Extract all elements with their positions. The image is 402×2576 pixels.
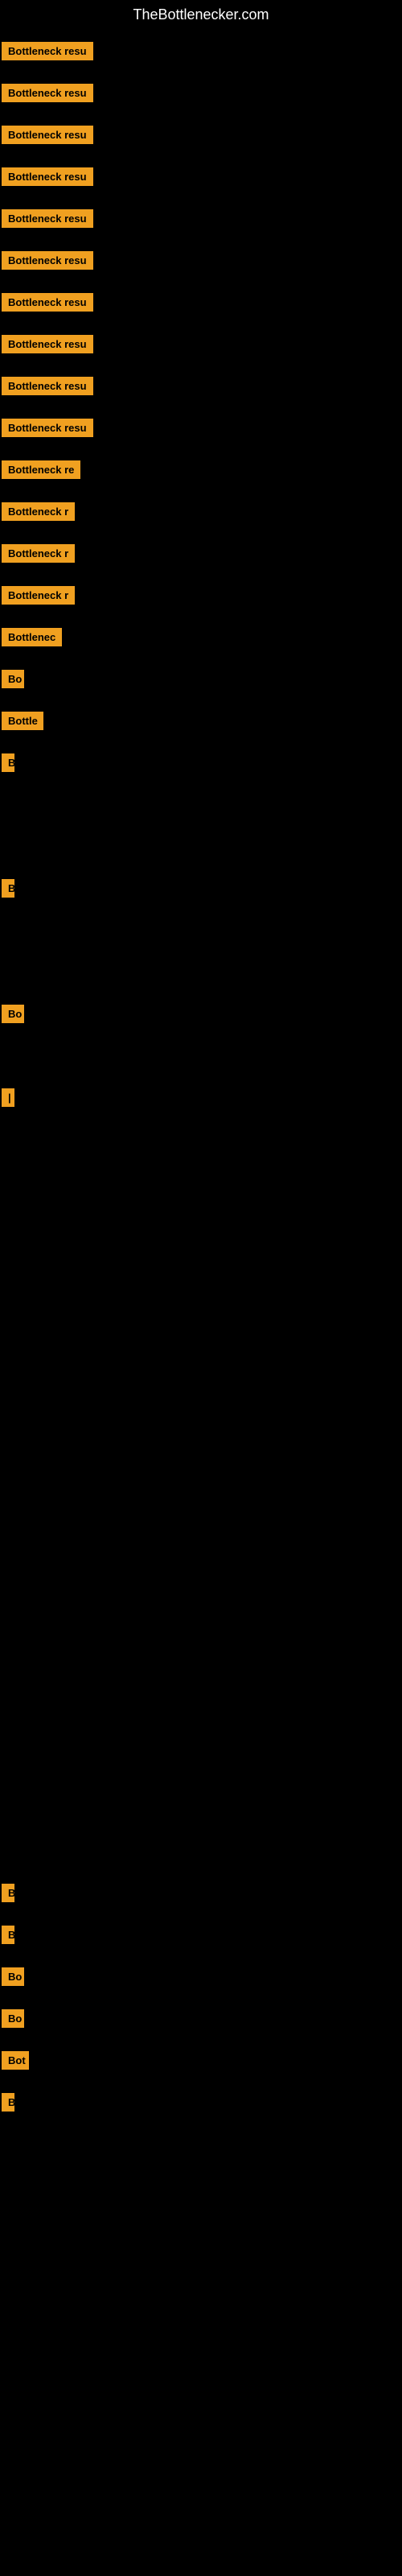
list-item: Bo — [0, 993, 402, 1034]
list-item: B — [0, 1872, 402, 1913]
list-item: Bo — [0, 1997, 402, 2039]
bottleneck-button[interactable]: Bottlenec — [2, 628, 62, 646]
bottleneck-button[interactable]: Bottleneck resu — [2, 42, 93, 60]
list-item — [0, 1788, 402, 1830]
bottleneck-button[interactable]: Bo — [2, 1967, 24, 1986]
list-item — [0, 909, 402, 951]
bottleneck-button[interactable]: Bottle — [2, 712, 43, 730]
list-item: Bottleneck resu — [0, 155, 402, 197]
bottleneck-button[interactable]: Bottleneck resu — [2, 293, 93, 312]
bottleneck-button[interactable]: Bo — [2, 1005, 24, 1023]
bottleneck-button[interactable]: Bottleneck re — [2, 460, 80, 479]
list-item — [0, 1495, 402, 1537]
list-item: Bottleneck resu — [0, 197, 402, 239]
list-item: | — [0, 1076, 402, 1118]
list-item — [0, 825, 402, 867]
bottleneck-button[interactable]: Bottleneck resu — [2, 377, 93, 395]
list-item: Bottleneck resu — [0, 407, 402, 448]
bottleneck-button[interactable]: Bot — [2, 2051, 29, 2070]
bottleneck-button[interactable]: Bo — [2, 670, 24, 688]
list-item — [0, 1704, 402, 1746]
list-item — [0, 1537, 402, 1579]
list-item — [0, 1662, 402, 1704]
list-item: Bottleneck resu — [0, 281, 402, 323]
bottleneck-button[interactable]: Bo — [2, 2009, 24, 2028]
bottleneck-button[interactable]: Bottleneck resu — [2, 209, 93, 228]
list-item: Bottleneck r — [0, 574, 402, 616]
list-item: Bottlenec — [0, 616, 402, 658]
list-item: B — [0, 1913, 402, 1955]
bottleneck-button[interactable]: Bottleneck resu — [2, 419, 93, 437]
list-item — [0, 1830, 402, 1872]
list-item — [0, 1620, 402, 1662]
bottleneck-button[interactable]: Bottleneck r — [2, 544, 75, 563]
bottleneck-button[interactable]: Bottleneck r — [2, 502, 75, 521]
bottleneck-button[interactable]: B — [2, 1926, 14, 1944]
list-item: Bottleneck resu — [0, 323, 402, 365]
list-item — [0, 1327, 402, 1369]
list-item — [0, 1453, 402, 1495]
list-item: Bottleneck resu — [0, 239, 402, 281]
list-item: B — [0, 741, 402, 783]
list-item — [0, 1034, 402, 1076]
list-item: Bottleneck resu — [0, 114, 402, 155]
bottleneck-button[interactable]: Bottleneck resu — [2, 84, 93, 102]
list-item: Bottleneck resu — [0, 72, 402, 114]
bottleneck-button[interactable]: B — [2, 753, 14, 772]
bottleneck-button[interactable]: Bottleneck r — [2, 586, 75, 605]
list-item: Bottleneck r — [0, 490, 402, 532]
list-item — [0, 783, 402, 825]
bottleneck-button[interactable]: Bottleneck resu — [2, 167, 93, 186]
list-item — [0, 1202, 402, 1244]
list-item — [0, 1411, 402, 1453]
bottleneck-button[interactable]: Bottleneck resu — [2, 251, 93, 270]
list-item: B — [0, 2081, 402, 2123]
bottleneck-button[interactable]: Bottleneck resu — [2, 335, 93, 353]
site-title: TheBottlenecker.com — [0, 0, 402, 30]
bottleneck-button[interactable]: B — [2, 1884, 14, 1902]
list-item: Bottleneck r — [0, 532, 402, 574]
list-item — [0, 1746, 402, 1788]
list-item: Bo — [0, 1955, 402, 1997]
list-item — [0, 951, 402, 993]
bottleneck-button[interactable]: | — [2, 1088, 14, 1107]
list-item: B — [0, 867, 402, 909]
list-item: Bo — [0, 658, 402, 700]
bottleneck-button[interactable]: B — [2, 879, 14, 898]
bottleneck-button[interactable]: B — [2, 2093, 14, 2112]
list-item: Bot — [0, 2039, 402, 2081]
list-item — [0, 1244, 402, 1286]
list-item: Bottleneck resu — [0, 30, 402, 72]
list-item: Bottleneck re — [0, 448, 402, 490]
bottleneck-button[interactable]: Bottleneck resu — [2, 126, 93, 144]
list-item — [0, 1286, 402, 1327]
list-item: Bottleneck resu — [0, 365, 402, 407]
list-item — [0, 1160, 402, 1202]
list-item — [0, 1118, 402, 1160]
list-item: Bottle — [0, 700, 402, 741]
list-item — [0, 1369, 402, 1411]
list-item — [0, 1579, 402, 1620]
